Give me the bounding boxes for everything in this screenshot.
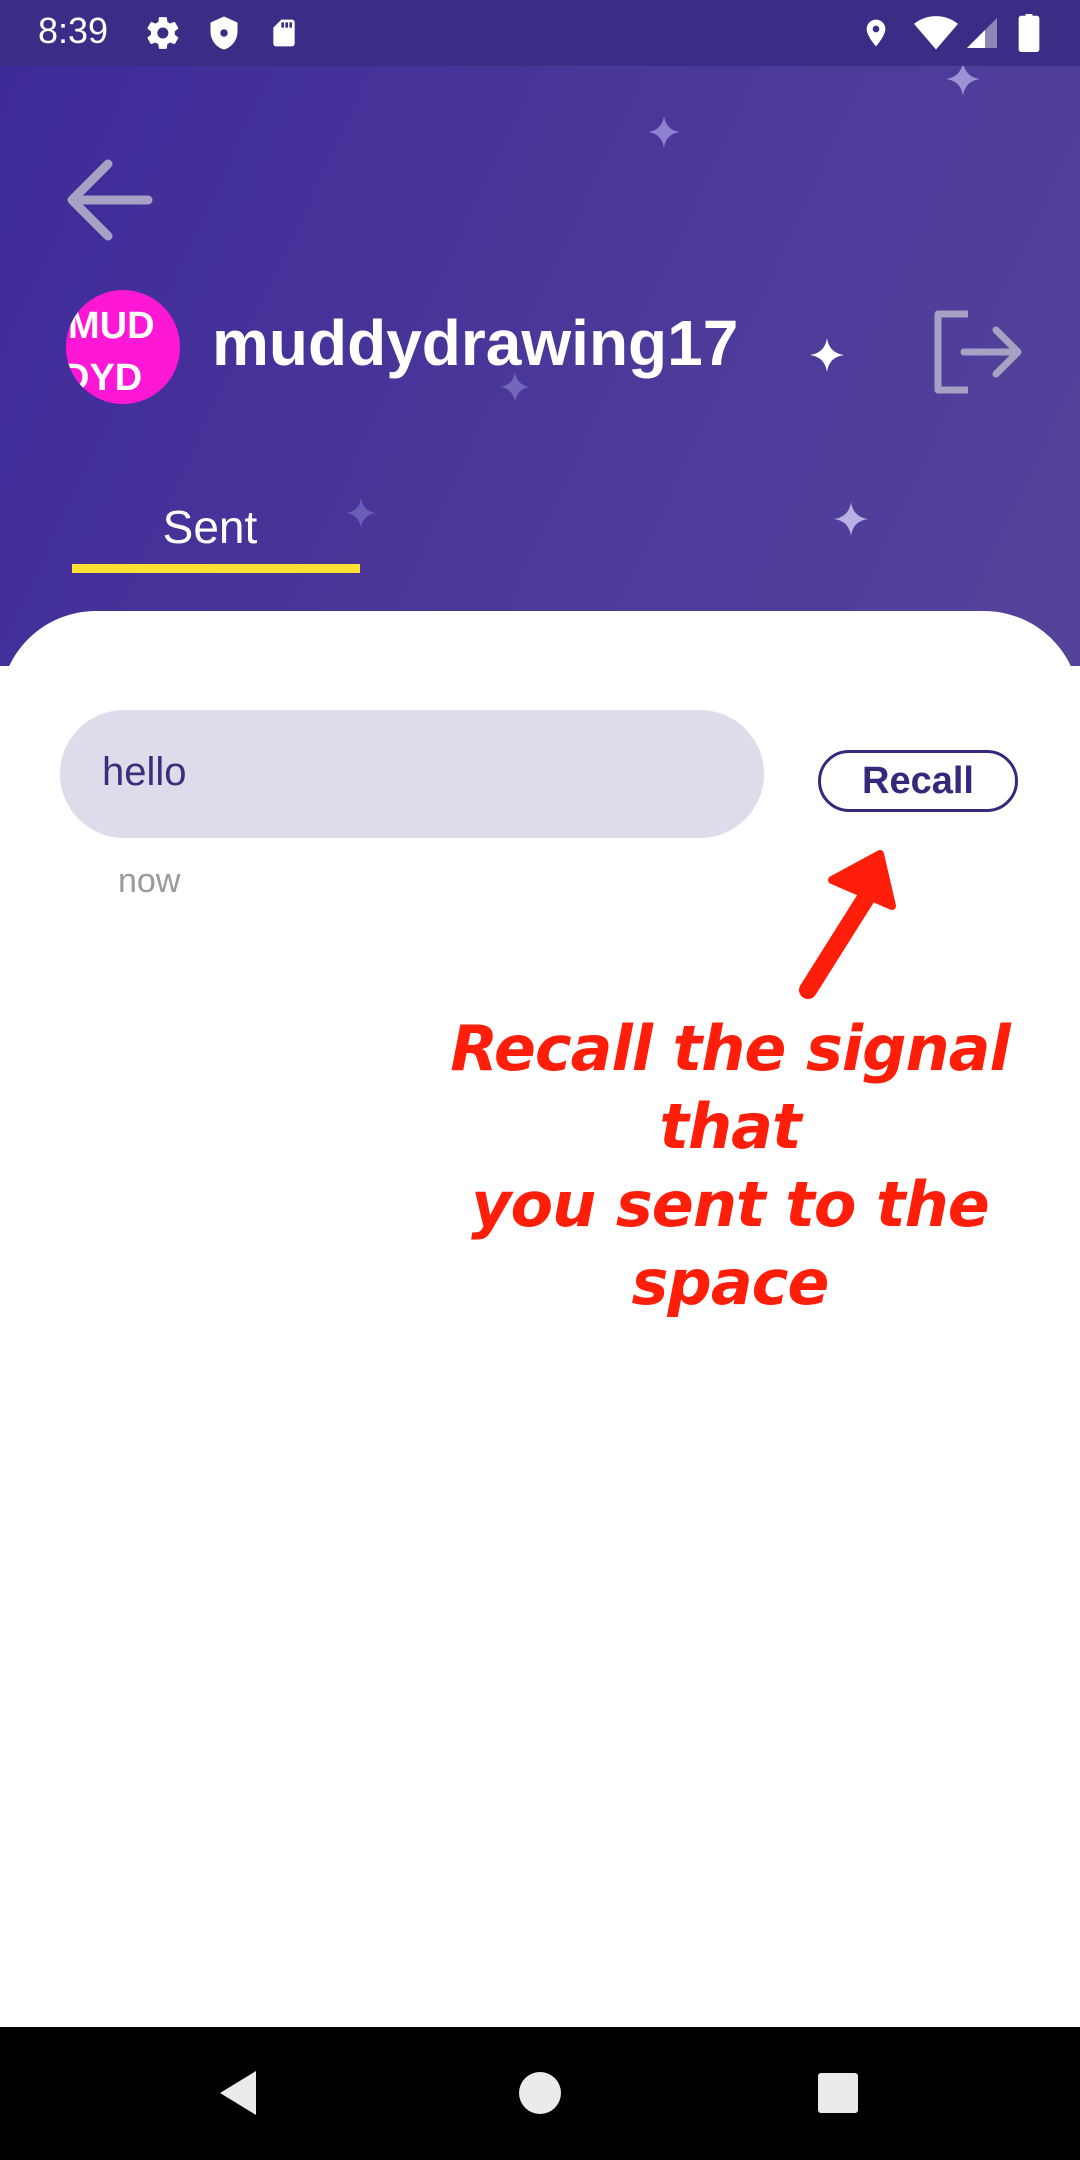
- message-text: hello: [102, 750, 187, 794]
- logout-icon: [934, 310, 1022, 394]
- sparkle-icon: [810, 338, 844, 372]
- annotation-arrow-icon: [799, 850, 896, 999]
- username: muddydrawing17: [212, 307, 739, 379]
- gear-icon: [144, 14, 182, 52]
- avatar: MUD DYD: [66, 290, 180, 404]
- status-time: 8:39: [38, 10, 109, 51]
- sparkle-icon: [648, 116, 680, 148]
- tab-indicator: [72, 564, 360, 573]
- annotation-line-1: Recall the signal that: [450, 1012, 1011, 1163]
- message-timestamp: now: [118, 862, 181, 900]
- sparkle-icon: [834, 502, 868, 536]
- shield-icon: [206, 14, 242, 52]
- back-button[interactable]: [60, 150, 160, 250]
- avatar-initials-bottom: DYD: [66, 357, 143, 399]
- annotation-text: Recall the signal that you sent to the s…: [410, 1010, 1050, 1322]
- battery-icon: [1018, 14, 1040, 52]
- annotation-line-2: you sent to the space: [471, 1168, 990, 1319]
- location-icon: [860, 14, 892, 52]
- recents-square-icon: [818, 2073, 858, 2113]
- message-bubble: hello: [60, 710, 764, 838]
- back-triangle-icon: [220, 2071, 256, 2115]
- wifi-icon: [914, 14, 958, 52]
- nav-back-button[interactable]: [210, 2063, 270, 2123]
- nav-recents-button[interactable]: [808, 2063, 868, 2123]
- status-bar: 8:39: [0, 0, 1080, 66]
- tab-sent-label: Sent: [162, 501, 258, 553]
- profile-header: MUD DYD muddydrawing17 Sent: [0, 66, 1080, 666]
- sparkle-icon: [946, 66, 980, 96]
- nav-home-button[interactable]: [510, 2063, 570, 2123]
- arrow-left-icon: [67, 159, 153, 241]
- logout-button[interactable]: [930, 306, 1022, 398]
- system-nav-bar: [0, 2027, 1080, 2160]
- home-circle-icon: [519, 2072, 561, 2114]
- recall-button[interactable]: Recall: [818, 750, 1018, 812]
- sd-card-icon: [268, 14, 300, 52]
- avatar-initials-top: MUD: [68, 305, 155, 347]
- signal-icon: [964, 14, 1000, 52]
